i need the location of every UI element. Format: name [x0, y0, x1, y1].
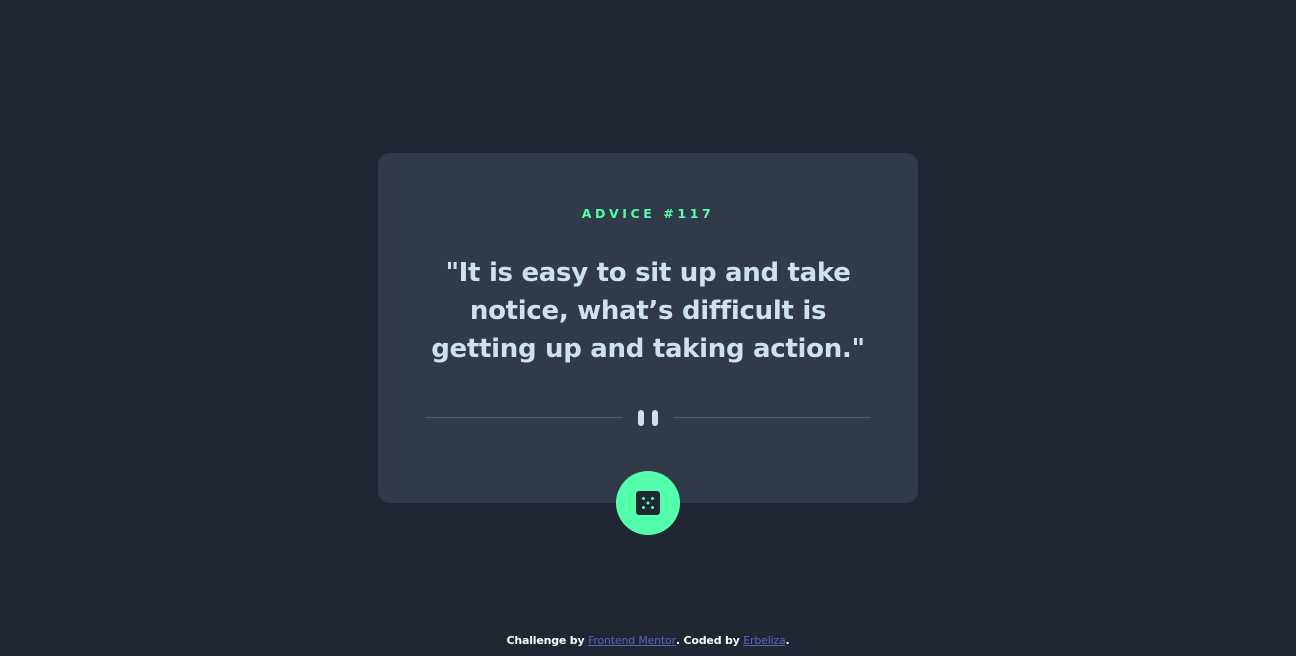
- divider-line-left: [426, 417, 622, 418]
- divider-line-right: [674, 417, 870, 418]
- author-link[interactable]: Erbeliza: [743, 634, 785, 647]
- dice-icon: [636, 491, 660, 515]
- advice-quote: "It is easy to sit up and take notice, w…: [431, 258, 865, 364]
- frontend-mentor-link[interactable]: Frontend Mentor: [588, 634, 676, 647]
- pattern-divider: [426, 409, 870, 427]
- attribution-prefix: Challenge by: [506, 634, 589, 647]
- attribution: Challenge by Frontend Mentor. Coded by E…: [0, 633, 1296, 649]
- attribution-suffix: .: [785, 634, 790, 647]
- advice-number: ADVICE #117: [581, 206, 715, 221]
- pause-icon: [638, 410, 658, 426]
- advice-card: ADVICE #117 "It is easy to sit up and ta…: [378, 153, 918, 503]
- attribution-middle: . Coded by: [675, 634, 744, 647]
- new-advice-button[interactable]: [616, 471, 680, 535]
